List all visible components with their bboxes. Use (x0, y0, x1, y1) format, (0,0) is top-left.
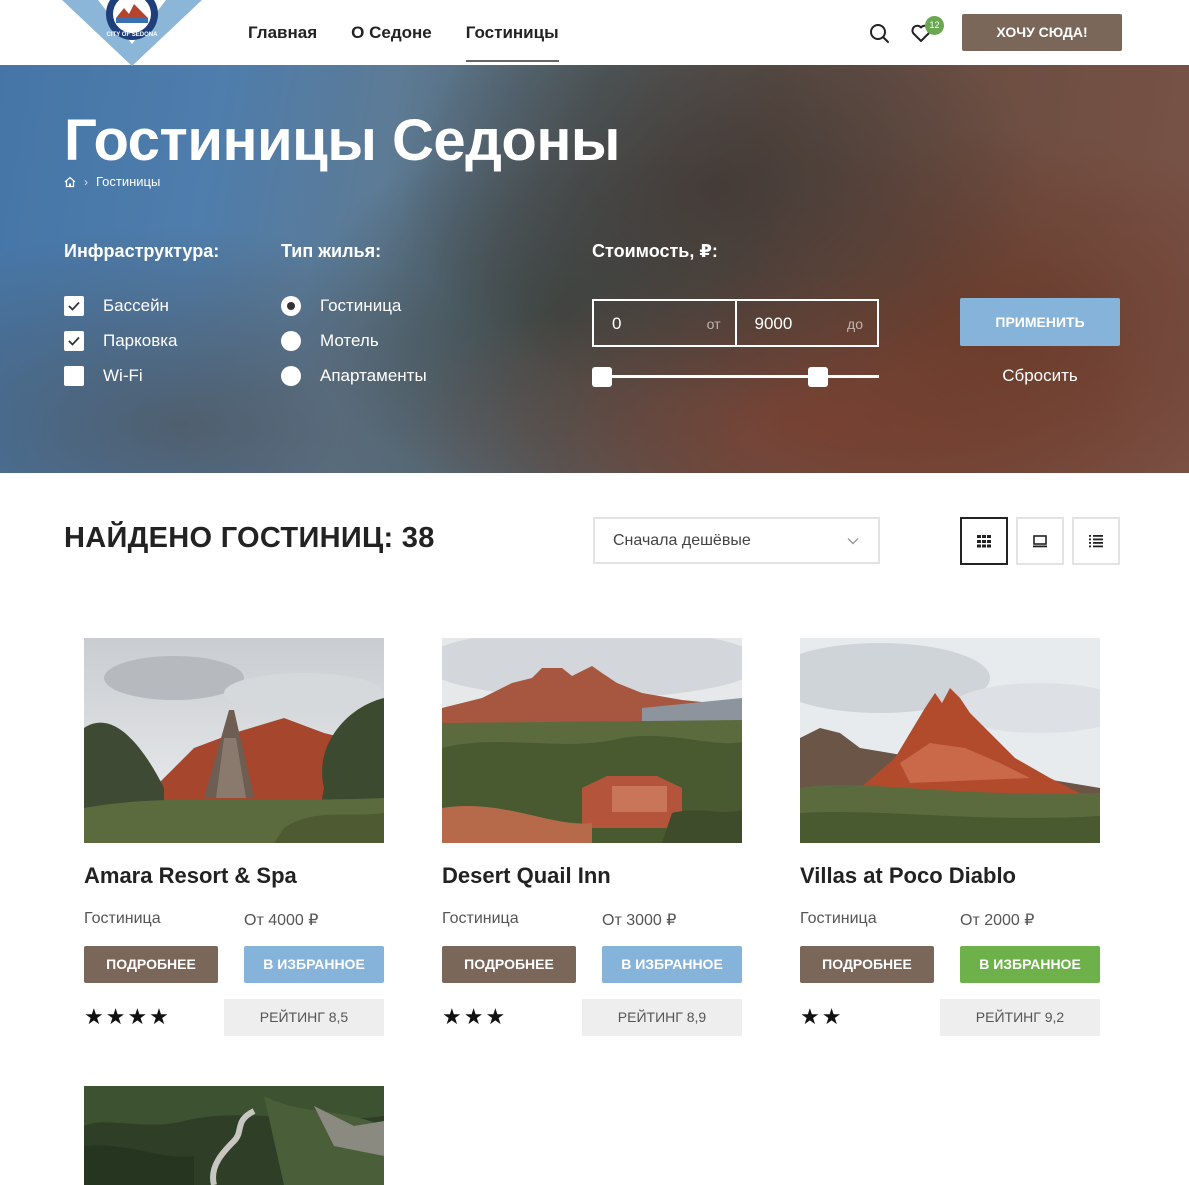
site-header: CITY OF SEDONA Главная О Седоне Гостиниц… (0, 0, 1189, 66)
details-button[interactable]: ПОДРОБНЕЕ (800, 946, 934, 983)
svg-text:CITY OF SEDONA: CITY OF SEDONA (107, 32, 159, 38)
hotel-price: От 3000 ₽ (602, 912, 677, 929)
page-title: Гостиницы Седоны (64, 108, 620, 173)
nav-item-hotels[interactable]: Гостиницы (465, 0, 559, 62)
price-to-input[interactable]: 9000 до (734, 301, 878, 345)
price-to-value: 9000 (754, 314, 793, 333)
checkbox-unchecked[interactable] (64, 366, 84, 386)
radio-label: Гостиница (320, 296, 402, 315)
apply-filters-button[interactable]: ПРИМЕНИТЬ (960, 298, 1120, 346)
want-to-go-button[interactable]: ХОЧУ СЮДА! (962, 14, 1122, 51)
hotel-name[interactable]: Amara Resort & Spa (84, 863, 297, 889)
sort-select-value: Сначала дешёвые (613, 532, 751, 549)
radio-hotel[interactable]: Гостиница (281, 296, 401, 316)
infrastructure-label: Инфраструктура: (64, 241, 220, 261)
hotel-price: От 4000 ₽ (244, 912, 319, 929)
hotel-type: Гостиница (800, 910, 877, 927)
hotel-stars: ★★ (800, 1004, 844, 1029)
results-count-heading: НАЙДЕНО ГОСТИНИЦ: 38 (64, 522, 435, 554)
city-of-sedona-logo[interactable]: CITY OF SEDONA (62, 0, 202, 66)
radio-unselected[interactable] (281, 331, 301, 351)
reset-filters-link[interactable]: Сбросить (960, 366, 1120, 386)
check-icon (68, 336, 80, 346)
favorites-count-badge: 12 (925, 16, 944, 35)
checkbox-parking[interactable]: Парковка (64, 331, 178, 351)
price-slider-track[interactable] (600, 375, 879, 378)
add-to-favorites-button[interactable]: В ИЗБРАННОЕ (244, 946, 384, 983)
price-from-value: 0 (612, 314, 622, 333)
grid-view-icon (977, 535, 991, 548)
breadcrumb-current: Гостиницы (96, 174, 161, 189)
nav-item-home[interactable]: Главная (248, 0, 317, 62)
hotel-price: От 2000 ₽ (960, 912, 1035, 929)
housing-type-label: Тип жилья: (281, 241, 382, 261)
chevron-down-icon (847, 538, 859, 545)
hotel-type: Гостиница (442, 910, 519, 927)
price-to-suffix: до (847, 316, 863, 332)
hotel-stars: ★★★★ (84, 1004, 171, 1029)
hotel-name[interactable]: Desert Quail Inn (442, 863, 611, 889)
hotel-card: Villas at Poco Diablo Гостиница От 2000 … (800, 638, 1100, 1036)
view-card-button[interactable] (1016, 517, 1064, 565)
hotel-photo[interactable] (84, 1086, 384, 1185)
list-view-icon (1089, 535, 1103, 548)
price-from-input[interactable]: 0 от (594, 301, 735, 345)
price-slider-max-handle[interactable] (808, 367, 828, 387)
checkbox-label: Парковка (103, 331, 178, 350)
radio-motel[interactable]: Мотель (281, 331, 379, 351)
radio-label: Мотель (320, 331, 379, 350)
breadcrumb: › Гостиницы (64, 174, 160, 189)
hotel-rating-badge: РЕЙТИНГ 8,5 (224, 999, 384, 1036)
search-icon[interactable] (868, 22, 890, 44)
checkbox-label: Бассейн (103, 296, 169, 315)
checkbox-wifi[interactable]: Wi-Fi (64, 366, 143, 386)
breadcrumb-separator: › (84, 174, 88, 189)
checkbox-checked[interactable] (64, 296, 84, 316)
hotel-card: Amara Resort & Spa Гостиница От 4000 ₽ П… (84, 638, 384, 1036)
radio-unselected[interactable] (281, 366, 301, 386)
add-to-favorites-button[interactable]: В ИЗБРАННОЕ (602, 946, 742, 983)
add-to-favorites-button[interactable]: В ИЗБРАННОЕ (960, 946, 1100, 983)
hotel-photo[interactable] (84, 638, 384, 843)
hotel-photo[interactable] (442, 638, 742, 843)
price-slider-min-handle[interactable] (592, 367, 612, 387)
view-grid-button[interactable] (960, 517, 1008, 565)
details-button[interactable]: ПОДРОБНЕЕ (84, 946, 218, 983)
main-nav: Главная О Седоне Гостиницы (248, 0, 559, 65)
nav-item-about[interactable]: О Седоне (351, 0, 432, 62)
hotel-photo[interactable] (800, 638, 1100, 843)
hero-filter-section: Гостиницы Седоны › Гостиницы Инфраструкт… (0, 65, 1189, 473)
radio-selected[interactable] (281, 296, 301, 316)
price-label: Стоимость, ₽: (592, 241, 718, 261)
sort-select[interactable]: Сначала дешёвые (593, 517, 880, 564)
card-view-icon (1033, 535, 1047, 548)
radio-apartments[interactable]: Апартаменты (281, 366, 427, 386)
hotel-name[interactable]: Villas at Poco Diablo (800, 863, 1016, 889)
home-icon[interactable] (64, 176, 76, 188)
checkbox-label: Wi-Fi (103, 366, 143, 385)
price-from-suffix: от (706, 316, 721, 332)
price-range-inputs: 0 от 9000 до (592, 299, 879, 347)
view-list-button[interactable] (1072, 517, 1120, 565)
checkbox-checked[interactable] (64, 331, 84, 351)
radio-label: Апартаменты (320, 366, 427, 385)
hotel-rating-badge: РЕЙТИНГ 9,2 (940, 999, 1100, 1036)
hotel-rating-badge: РЕЙТИНГ 8,9 (582, 999, 742, 1036)
hotel-card (84, 1086, 384, 1185)
hotel-card: Desert Quail Inn Гостиница От 3000 ₽ ПОД… (442, 638, 742, 1036)
checkbox-pool[interactable]: Бассейн (64, 296, 169, 316)
hotel-type: Гостиница (84, 910, 161, 927)
details-button[interactable]: ПОДРОБНЕЕ (442, 946, 576, 983)
check-icon (68, 301, 80, 311)
hotel-stars: ★★★ (442, 1004, 508, 1029)
